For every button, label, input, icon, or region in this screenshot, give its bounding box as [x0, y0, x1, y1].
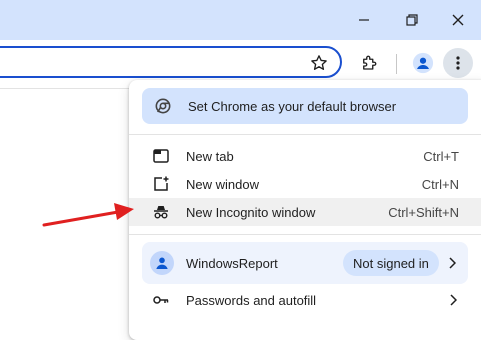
annotation-arrow — [42, 203, 134, 227]
